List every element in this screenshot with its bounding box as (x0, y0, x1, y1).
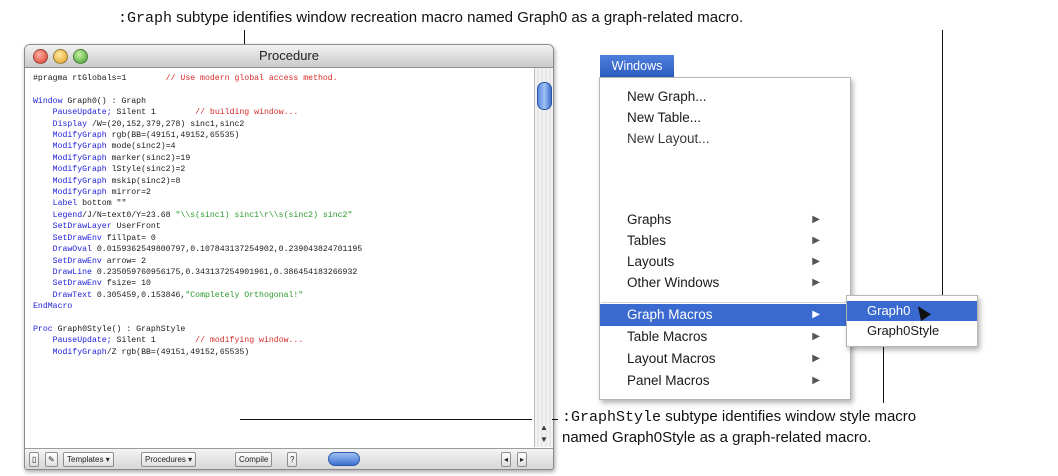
code-line: SetDrawEnv arrow= 2 (33, 256, 147, 266)
callout-graph-subtype: :Graph subtype identifies window recreat… (118, 8, 743, 29)
menu-item-graphs[interactable]: Graphs ▶ (600, 209, 850, 231)
page-icon[interactable]: ▯ (29, 452, 40, 467)
menu-item-label: New Graph... (627, 89, 707, 104)
code-line: EndMacro (33, 302, 73, 312)
window-title: Procedure (259, 48, 319, 63)
menu-item-panel-macros[interactable]: Panel Macros ▶ (600, 370, 850, 392)
menu-item-new-table[interactable]: New Table... (600, 107, 850, 129)
submenu-arrow-icon: ▶ (812, 277, 820, 288)
code-line: #pragma rtGlobals=1 // Use modern global… (33, 74, 338, 83)
callout-graphstyle-line2: named Graph0Style as a graph-related mac… (562, 428, 871, 448)
code-line: ModifyGraph rgb(BB=(49151,49152,65535) (33, 131, 240, 141)
graph-macros-submenu: Graph0 Graph0Style (846, 295, 978, 347)
help-icon[interactable]: ? (287, 452, 298, 467)
menu-item-new-graph[interactable]: New Graph... (600, 86, 850, 108)
code-line: Label bottom "" (33, 199, 127, 209)
submenu-arrow-icon: ▶ (812, 331, 820, 342)
leader-line-top-right (942, 30, 943, 316)
submenu-arrow-icon: ▶ (812, 256, 820, 267)
callout-graphstyle-keyword: :GraphStyle (562, 409, 662, 426)
menu-item-label: New Layout... (627, 131, 710, 146)
menu-separator (601, 302, 849, 303)
menu-item-label: Layout Macros (627, 351, 716, 366)
vertical-scrollbar[interactable]: ▲ ▼ (534, 68, 553, 447)
code-line: DrawText 0.305459,0.153846,"Completely O… (33, 290, 304, 300)
leader-line-bottom-right-h (883, 402, 884, 403)
menu-item-label: Graph Macros (627, 307, 713, 322)
menu-item-label: Panel Macros (627, 373, 710, 388)
windows-menu: New Graph... New Table... New Layout... … (599, 77, 851, 400)
submenu-arrow-icon: ▶ (812, 309, 820, 320)
scroll-right-arrow-icon[interactable]: ▸ (517, 452, 528, 467)
scroll-thumb[interactable] (537, 82, 552, 110)
menu-item-label: Graphs (627, 212, 672, 227)
code-line: ModifyGraph mode(sinc2)=4 (33, 142, 176, 152)
code-line: Proc Graph0Style() : GraphStyle (33, 324, 186, 334)
scroll-up-arrow-icon[interactable]: ▲ (537, 423, 551, 433)
windows-menu-title[interactable]: Windows (600, 55, 674, 77)
submenu-arrow-icon: ▶ (812, 214, 820, 225)
menu-item-layout-macros[interactable]: Layout Macros ▶ (600, 348, 850, 370)
compile-label: Compile (239, 455, 269, 464)
window-titlebar[interactable]: Procedure (25, 45, 553, 68)
callout-graphstyle-text2: named Graph0Style as a graph-related mac… (562, 429, 872, 446)
code-line: PauseUpdate; Silent 1 // modifying windo… (33, 336, 304, 346)
code-line: PauseUpdate; Silent 1 // building window… (33, 108, 299, 118)
code-line: ModifyGraph marker(sinc2)=19 (33, 153, 191, 163)
scroll-left-arrow-icon[interactable]: ◂ (501, 452, 512, 467)
menu-item-label: Other Windows (627, 275, 720, 290)
scroll-thumb-horizontal[interactable] (328, 452, 360, 466)
code-line: SetDrawLayer UserFront (33, 222, 161, 232)
menu-item-tables[interactable]: Tables ▶ (600, 230, 850, 252)
code-line: DrawLine 0.235059760956175,0.34313725490… (33, 267, 358, 277)
leader-line-bottom-left (240, 419, 532, 420)
menu-item-other-windows[interactable]: Other Windows ▶ (600, 272, 850, 294)
procedure-window: Procedure #pragma rtGlobals=1 // Use mod… (24, 44, 554, 470)
compile-button[interactable]: Compile (235, 452, 273, 467)
code-line: ModifyGraph lStyle(sinc2)=2 (33, 165, 186, 175)
callout-graphstyle-subtype: :GraphStyle subtype identifies window st… (562, 407, 916, 428)
menu-item-label: New Table... (627, 110, 702, 125)
menu-item-new-layout[interactable]: New Layout... (600, 128, 850, 150)
window-bottom-bar: ▯ ✎ Templates ▾ Procedures ▾ Compile ? ◂… (25, 448, 553, 469)
procedure-code-editor[interactable]: #pragma rtGlobals=1 // Use modern global… (33, 73, 527, 445)
procedures-popup[interactable]: Procedures ▾ (141, 452, 197, 467)
templates-popup[interactable]: Templates ▾ (63, 452, 114, 467)
code-line: SetDrawEnv fillpat= 0 (33, 233, 156, 243)
code-line: DrawOval 0.0159362549800797,0.1078431372… (33, 245, 363, 255)
callout-graphstyle-text1: subtype identifies window style macro (661, 408, 917, 425)
menu-item-label: Table Macros (627, 329, 708, 344)
submenu-arrow-icon: ▶ (812, 353, 820, 364)
leader-line-bottom-left-ext (552, 419, 558, 420)
code-line: SetDrawEnv fsize= 10 (33, 279, 151, 289)
scroll-down-arrow-icon[interactable]: ▼ (537, 435, 551, 445)
code-line: ModifyGraph mskip(sinc2)=8 (33, 176, 181, 186)
templates-label: Templates (67, 455, 104, 464)
code-line: Display /W=(20,152,379,278) sinc1,sinc2 (33, 119, 245, 129)
menu-item-label: Tables (627, 233, 667, 248)
submenu-item-graph0style[interactable]: Graph0Style (847, 321, 977, 341)
callout-graph-text: subtype identifies window recreation mac… (172, 9, 744, 26)
code-line: Legend/J/N=text0/Y=23.68 "\\s(sinc1) sin… (33, 210, 353, 220)
menu-item-graph-macros[interactable]: Graph Macros ▶ (600, 304, 850, 326)
code-line: ModifyGraph mirror=2 (33, 188, 151, 198)
callout-graph-keyword: :Graph (118, 10, 173, 27)
procedures-label: Procedures (145, 455, 186, 464)
menu-item-layouts[interactable]: Layouts ▶ (600, 251, 850, 273)
submenu-arrow-icon: ▶ (812, 375, 820, 386)
code-line: ModifyGraph/Z rgb(BB=(49151,49152,65535) (33, 347, 250, 357)
leader-line-bottom-right-v (883, 343, 884, 403)
menu-item-table-macros[interactable]: Table Macros ▶ (600, 326, 850, 348)
menu-item-label: Layouts (627, 254, 675, 269)
pencil-icon[interactable]: ✎ (45, 452, 58, 467)
submenu-item-graph0[interactable]: Graph0 (847, 301, 977, 321)
submenu-arrow-icon: ▶ (812, 235, 820, 246)
code-line: Window Graph0() : Graph (33, 96, 147, 106)
